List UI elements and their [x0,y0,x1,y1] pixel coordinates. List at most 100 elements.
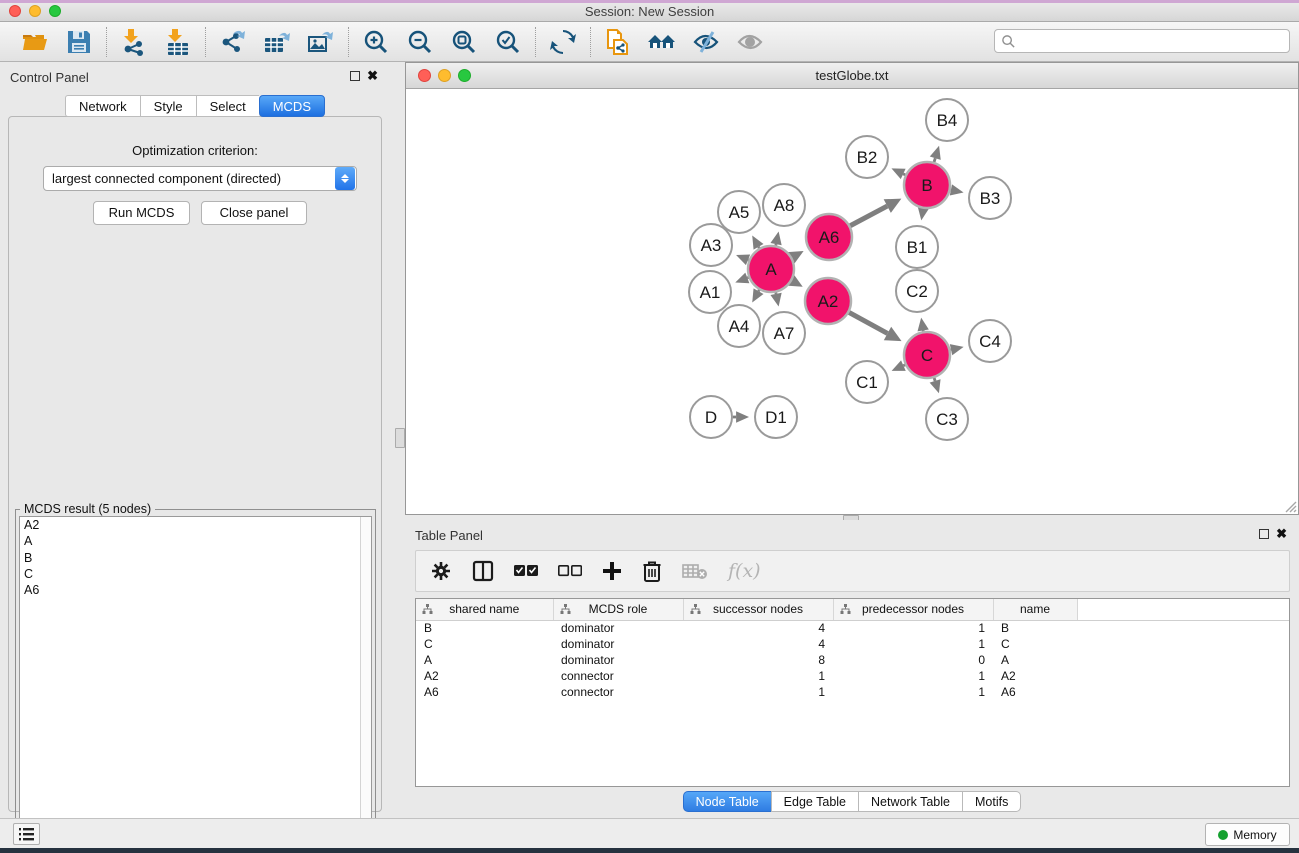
graph-edge[interactable] [903,365,905,366]
table-row[interactable]: Adominator80A [416,652,1289,668]
search-field[interactable] [1016,32,1289,50]
tab-edge-table[interactable]: Edge Table [771,791,858,812]
graph-node-label: A2 [818,292,839,311]
select-all-icon[interactable] [514,564,538,578]
tree-icon [840,604,851,615]
save-session-icon[interactable] [64,27,94,57]
run-mcds-button[interactable]: Run MCDS [93,201,190,225]
network-window-titlebar[interactable]: testGlobe.txt [406,63,1298,89]
table-row[interactable]: Bdominator41B [416,620,1289,636]
delete-column-icon[interactable] [642,560,662,582]
column-header-predecessor-nodes[interactable]: predecessor nodes [833,599,993,620]
table-row[interactable]: Cdominator41C [416,636,1289,652]
tab-style[interactable]: Style [140,95,196,117]
table-panel-title: Table Panel [415,528,483,543]
zoom-selected-icon[interactable] [493,27,523,57]
mcds-tab-content: Optimization criterion: largest connecte… [8,116,382,812]
column-layout-icon[interactable] [472,560,494,582]
graph-node-label: D1 [765,408,787,427]
graph-edge[interactable] [934,158,935,162]
tab-motifs[interactable]: Motifs [962,791,1021,812]
clone-network-icon[interactable] [603,27,633,57]
export-table-icon[interactable] [262,27,292,57]
column-header-successor-nodes[interactable]: successor nodes [683,599,833,620]
column-header-shared-name[interactable]: shared name [416,599,553,620]
deselect-all-icon[interactable] [558,564,582,578]
column-header-name[interactable]: name [993,599,1077,620]
add-column-icon[interactable] [602,561,622,581]
graph-node-label: A8 [774,196,795,215]
first-neighbors-icon[interactable] [647,27,677,57]
chevron-up-down-icon [335,167,355,190]
main-toolbar [0,22,1299,62]
export-network-icon[interactable] [218,27,248,57]
show-all-icon[interactable] [735,27,765,57]
close-panel-button[interactable]: Close panel [201,201,307,225]
tab-node-table[interactable]: Node Table [683,791,771,812]
table-body: Bdominator41BCdominator41CAdominator80AA… [416,620,1289,700]
mcds-result-item[interactable]: C [20,566,371,582]
export-image-icon[interactable] [306,27,336,57]
graph-node-label: A3 [701,236,722,255]
mcds-result-item[interactable]: A [20,533,371,549]
table-header-row: shared name MCDS role successor nodes pr… [416,599,1289,620]
graph-edge[interactable] [934,378,935,381]
graph-node-label: C1 [856,373,878,392]
tree-icon [690,604,701,615]
tab-select[interactable]: Select [196,95,259,117]
vertical-splitter-handle[interactable] [395,428,405,448]
close-panel-icon[interactable]: ✖ [1276,527,1287,540]
graph-node-label: B2 [857,148,878,167]
zoom-out-icon[interactable] [405,27,435,57]
criterion-dropdown[interactable]: largest connected component (directed) [43,166,357,191]
task-history-button[interactable] [13,823,40,845]
mcds-result-list[interactable]: A2ABCA6 [19,516,372,850]
search-input[interactable] [994,29,1290,53]
resize-grip-icon[interactable] [1283,499,1297,513]
table-tabs: Node Table Edge Table Network Table Moti… [405,791,1299,812]
tab-mcds[interactable]: MCDS [259,95,325,117]
network-graph: B4B2BB3A5A8A6A3B1AA1C2A2A4A7C4CC1C3DD1 [406,89,1298,514]
column-header-mcds-role[interactable]: MCDS role [553,599,683,620]
delete-table-icon[interactable] [682,562,708,580]
gear-icon[interactable] [430,560,452,582]
arrowhead-icon [950,184,964,195]
import-table-icon[interactable] [163,27,193,57]
function-builder-icon[interactable]: f(x) [728,560,761,582]
graph-node-label: D [705,408,717,427]
zoom-in-icon[interactable] [361,27,391,57]
table-toolbar: f(x) [415,550,1290,592]
float-panel-icon[interactable] [350,71,360,81]
import-network-icon[interactable] [119,27,149,57]
graph-node-label: A [765,260,777,279]
mcds-result-item[interactable]: A2 [20,517,371,533]
arrowhead-icon [930,146,941,160]
graph-edge[interactable] [903,174,905,175]
graph-node-label: A7 [774,324,795,343]
table-row[interactable]: A6connector11A6 [416,684,1289,700]
memory-button[interactable]: Memory [1205,823,1290,846]
float-panel-icon[interactable] [1259,529,1269,539]
close-panel-icon[interactable]: ✖ [367,69,378,82]
tab-network-table[interactable]: Network Table [858,791,962,812]
arrowhead-icon [950,344,964,355]
hide-selected-icon[interactable] [691,27,721,57]
status-bar: Memory [0,818,1299,848]
table-row[interactable]: A2connector11A2 [416,668,1289,684]
refresh-icon[interactable] [548,27,578,57]
tab-network[interactable]: Network [65,95,140,117]
graph-node-label: B1 [907,238,928,257]
graph-node-label: B4 [937,111,958,130]
graph-edge[interactable] [849,312,887,333]
mcds-result-item[interactable]: A6 [20,582,371,598]
network-canvas[interactable]: B4B2BB3A5A8A6A3B1AA1C2A2A4A7C4CC1C3DD1 [406,89,1298,514]
search-icon [1001,34,1016,49]
graph-edge[interactable] [850,206,887,226]
arrowhead-icon [930,379,941,393]
open-file-icon[interactable] [20,27,50,57]
graph-node-label: A1 [700,283,721,302]
criterion-value: largest connected component (directed) [44,171,335,186]
mcds-result-item[interactable]: B [20,550,371,566]
zoom-fit-icon[interactable] [449,27,479,57]
scrollbar[interactable] [360,517,371,849]
